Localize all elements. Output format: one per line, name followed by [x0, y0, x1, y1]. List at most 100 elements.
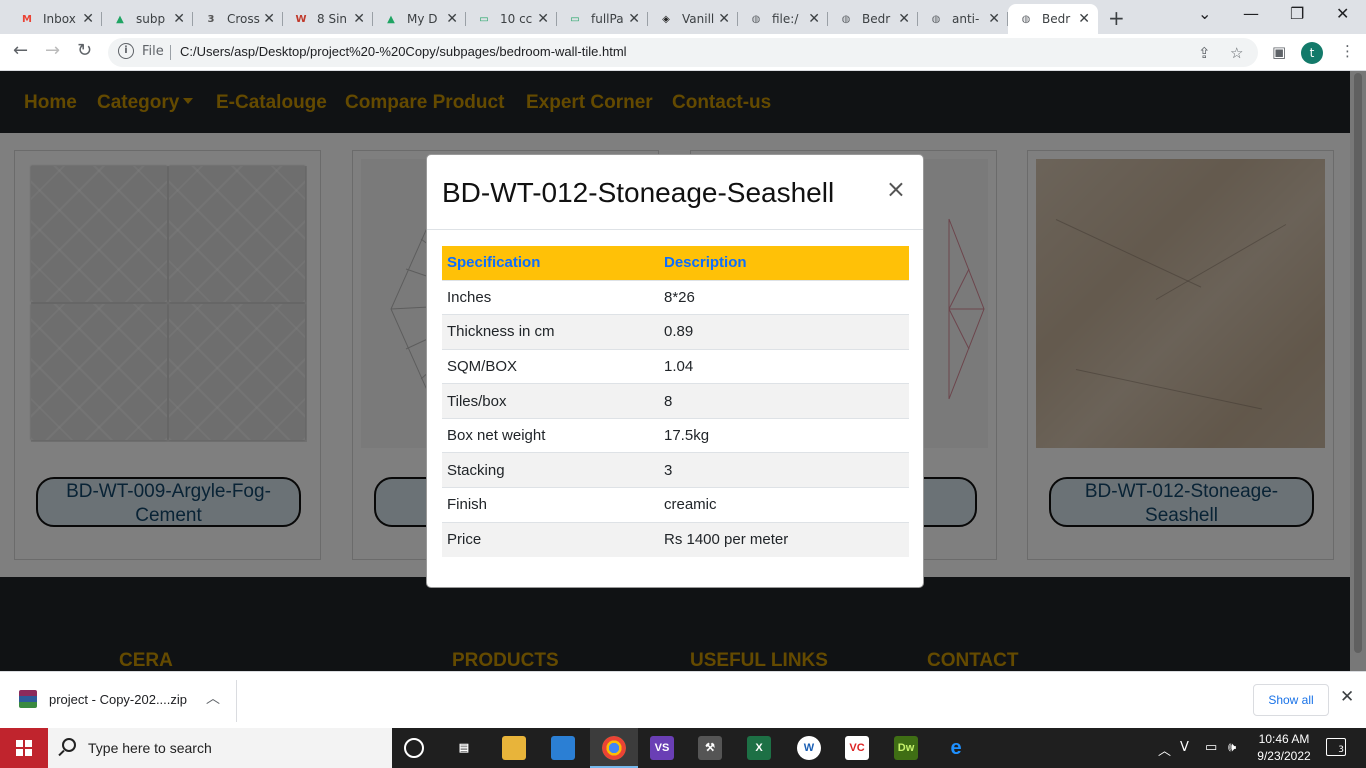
- menu-kebab-icon[interactable]: ⋮: [1340, 42, 1355, 60]
- spec-value-cell: 17.5kg: [659, 417, 909, 453]
- task-view-icon[interactable]: ▤: [452, 736, 476, 760]
- vpn-icon[interactable]: V: [1180, 740, 1189, 755]
- spec-name-cell: Finish: [442, 487, 659, 523]
- tab-label: fullPa: [591, 12, 624, 26]
- globe-icon: ◍: [841, 13, 851, 25]
- browser-tab[interactable]: ▲ My D ✕: [373, 4, 466, 34]
- globe-icon: ◍: [751, 13, 761, 25]
- visual-studio-icon[interactable]: VS: [650, 736, 674, 760]
- url-text[interactable]: C:/Users/asp/Desktop/project%20-%20Copy/…: [180, 44, 627, 59]
- spec-value-cell: 8: [659, 383, 909, 419]
- close-icon[interactable]: ×: [886, 175, 906, 203]
- new-tab-button[interactable]: +: [1108, 6, 1125, 30]
- close-icon[interactable]: ✕: [1340, 687, 1354, 707]
- google-drive-icon: ▲: [116, 13, 124, 25]
- browser-tab[interactable]: ◈ Vanill ✕: [648, 4, 738, 34]
- tab-close-icon[interactable]: ✕: [263, 11, 275, 27]
- system-clock[interactable]: 10:46 AM 9/23/2022: [1246, 731, 1322, 765]
- network-icon[interactable]: ▭: [1205, 740, 1217, 755]
- table-row: Tiles/box 8: [442, 383, 909, 419]
- taskbar-search-box[interactable]: Type here to search: [48, 728, 392, 768]
- tab-close-icon[interactable]: ✕: [446, 11, 458, 27]
- spec-name-cell: Box net weight: [442, 417, 659, 453]
- chevron-up-icon[interactable]: ︿: [206, 688, 220, 708]
- tab-label: My D: [407, 12, 438, 26]
- notification-center-icon[interactable]: 3: [1326, 738, 1346, 756]
- tools-icon[interactable]: ⚒: [698, 736, 722, 760]
- browser-tab[interactable]: ◍ Bedr ✕: [828, 4, 918, 34]
- tab-close-icon[interactable]: ✕: [628, 11, 640, 27]
- tab-close-icon[interactable]: ✕: [353, 11, 365, 27]
- spec-value-cell: 8*26: [659, 279, 909, 315]
- tab-close-icon[interactable]: ✕: [718, 11, 730, 27]
- windows-logo-icon: [16, 740, 32, 756]
- chrome-icon[interactable]: [602, 736, 626, 760]
- webdesign-icon: W: [295, 13, 307, 25]
- table-row: SQM/BOX 1.04: [442, 348, 909, 384]
- browser-tab[interactable]: ▭ fullPa ✕: [557, 4, 648, 34]
- tab-search-icon[interactable]: ⌄: [1198, 4, 1211, 23]
- tab-close-icon[interactable]: ✕: [82, 11, 94, 27]
- spec-value-cell: 3: [659, 452, 909, 488]
- page-viewport: Home Category E-Catalouge Compare Produc…: [0, 71, 1366, 671]
- table-header-row: Specification Description: [442, 246, 909, 280]
- back-button[interactable]: ←: [13, 40, 28, 61]
- reload-button[interactable]: ↻: [77, 40, 92, 61]
- browser-tab[interactable]: ◍ anti- ✕: [918, 4, 1008, 34]
- codepen-icon: ◈: [662, 13, 670, 25]
- table-row: Stacking 3: [442, 452, 909, 488]
- show-all-button[interactable]: Show all: [1253, 684, 1329, 716]
- volume-icon[interactable]: 🕪: [1228, 740, 1236, 755]
- vc-app-icon[interactable]: VC: [845, 736, 869, 760]
- search-icon: [62, 738, 76, 752]
- excel-icon[interactable]: X: [747, 736, 771, 760]
- file-explorer-icon[interactable]: [502, 736, 526, 760]
- cortana-icon[interactable]: [404, 738, 424, 758]
- divider: [236, 680, 237, 722]
- tab-close-icon[interactable]: ✕: [898, 11, 910, 27]
- tab-label: Cross: [227, 12, 260, 26]
- tab-label: Bedr: [1042, 12, 1071, 26]
- table-row: Thickness in cm 0.89: [442, 314, 909, 350]
- profile-avatar[interactable]: t: [1301, 42, 1323, 64]
- spec-value-cell: Rs 1400 per meter: [659, 521, 909, 557]
- tab-close-icon[interactable]: ✕: [1078, 11, 1090, 27]
- dreamweaver-icon[interactable]: Dw: [894, 736, 918, 760]
- browser-tab[interactable]: ◍ Bedr ✕: [1008, 4, 1098, 34]
- show-hidden-icons-icon[interactable]: ︿: [1158, 740, 1171, 759]
- browser-tab[interactable]: ▭ 10 cc ✕: [466, 4, 557, 34]
- site-info-icon[interactable]: i: [118, 43, 134, 59]
- tab-label: Vanill: [682, 12, 715, 26]
- share-icon[interactable]: ⇪: [1198, 44, 1211, 62]
- minimize-button[interactable]: —: [1243, 4, 1259, 23]
- tab-close-icon[interactable]: ✕: [537, 11, 549, 27]
- browser-tab[interactable]: 3 Cross ✕: [193, 4, 283, 34]
- browser-tab[interactable]: M Inbox ✕: [9, 4, 102, 34]
- app-circle-icon[interactable]: W: [797, 736, 821, 760]
- forward-button[interactable]: →: [45, 40, 60, 61]
- address-bar[interactable]: i File C:/Users/asp/Desktop/project%20-%…: [108, 38, 1258, 67]
- maximize-button[interactable]: ❐: [1290, 4, 1304, 23]
- tab-close-icon[interactable]: ✕: [808, 11, 820, 27]
- clock-date: 9/23/2022: [1257, 749, 1311, 763]
- microsoft-store-icon[interactable]: [551, 736, 575, 760]
- clock-time: 10:46 AM: [1258, 732, 1310, 746]
- spec-value-cell: 0.89: [659, 314, 909, 350]
- tab-close-icon[interactable]: ✕: [988, 11, 1000, 27]
- tab-close-icon[interactable]: ✕: [173, 11, 185, 27]
- browser-tab[interactable]: ◍ file:/ ✕: [738, 4, 828, 34]
- spec-name-cell: Thickness in cm: [442, 314, 659, 350]
- browser-tab[interactable]: W 8 Sin ✕: [283, 4, 373, 34]
- browser-tab-strip: M Inbox ✕ ▲ subp ✕ 3 Cross ✕ W 8 Sin ✕ ▲ My D ✕ ▭ 10 cc ✕…: [0, 0, 1366, 34]
- google-drive-icon: ▲: [387, 13, 395, 25]
- browser-tab[interactable]: ▲ subp ✕: [102, 4, 193, 34]
- side-panel-icon[interactable]: ▣: [1272, 43, 1286, 61]
- edge-icon[interactable]: e: [944, 736, 968, 760]
- close-window-button[interactable]: ✕: [1336, 4, 1349, 23]
- start-button[interactable]: [0, 728, 48, 768]
- spec-value-cell: 1.04: [659, 348, 909, 384]
- download-file-name[interactable]: project - Copy-202....zip: [49, 692, 187, 707]
- tab-label: file:/: [772, 12, 799, 26]
- bookmark-star-icon[interactable]: ☆: [1230, 44, 1243, 62]
- table-row: Inches 8*26: [442, 279, 909, 315]
